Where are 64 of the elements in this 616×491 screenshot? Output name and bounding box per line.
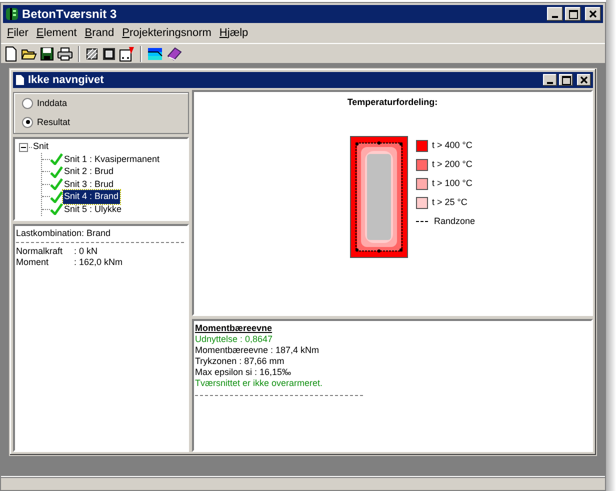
folder-icon[interactable] (21, 46, 37, 60)
field-value: : 162,0 kNm (74, 257, 123, 268)
tree-item[interactable]: Snit 4 : Brand (63, 190, 120, 204)
document-title: Ikke navngivet (28, 72, 104, 88)
radio-label: Inddata (37, 97, 68, 110)
menu-item[interactable]: Filer (3, 24, 32, 42)
app-icon (5, 7, 19, 21)
minimize-button[interactable] (547, 7, 563, 21)
legend-label: t > 100 °C (432, 176, 472, 190)
radio-label: Resultat (37, 116, 70, 128)
menu-item[interactable]: Projekteringsnorm (118, 24, 216, 42)
minimize-button[interactable] (543, 74, 557, 86)
check-icon (50, 153, 63, 166)
hatched-square-icon[interactable] (85, 46, 99, 60)
window-title: BetonTværsnit 3 (22, 6, 117, 23)
legend-label: t > 200 °C (432, 158, 472, 171)
field-name: Normalkraft (16, 246, 64, 257)
result-line: Max epsilon si : 16,15‰ (195, 367, 292, 378)
check-icon (50, 203, 63, 216)
menu-item[interactable]: Element (32, 24, 81, 42)
close-icon (589, 10, 597, 18)
close-button[interactable] (577, 74, 591, 86)
maximize-button[interactable] (559, 74, 573, 86)
close-icon (580, 76, 588, 84)
section-warning-icon[interactable] (119, 46, 135, 62)
legend-line (416, 221, 428, 222)
maximize-icon (562, 76, 570, 84)
result-line: Momentbæreevne : 187,4 kNm (195, 345, 320, 356)
minimize-icon (552, 16, 558, 18)
new-document-icon[interactable] (4, 46, 18, 62)
book-icon[interactable] (166, 46, 182, 60)
tree-item[interactable]: Snit (33, 140, 49, 154)
load-title: Lastkombination: Brand (16, 227, 112, 239)
collapse-toggle[interactable] (19, 142, 28, 152)
result-heading: Momentbæreevne (195, 322, 274, 334)
print-icon[interactable] (57, 46, 73, 60)
gradient-bars-icon[interactable] (147, 46, 163, 60)
result-line: Udnyttelse : 0,8647 (195, 334, 274, 345)
tree-item[interactable]: Snit 3 : Brud (63, 178, 115, 191)
field-value: : 0 kN (74, 246, 98, 257)
legend-label: t > 400 °C (432, 138, 472, 152)
menu-item[interactable]: Brand (80, 24, 118, 42)
frame-square-icon[interactable] (102, 46, 116, 60)
legend-label: Randzone (434, 214, 476, 228)
check-icon (50, 190, 63, 203)
document-icon (15, 74, 25, 86)
check-icon (50, 166, 63, 178)
maximize-icon (568, 10, 578, 18)
menu-item[interactable]: Hjælp (215, 24, 252, 42)
radio-button[interactable] (22, 98, 33, 110)
check-icon (50, 178, 63, 190)
maximize-button[interactable] (565, 7, 581, 21)
result-line: Tværsnittet er ikke overarmeret. (195, 378, 324, 389)
legend-label: t > 25 °C (432, 196, 468, 209)
field-name: Moment (16, 257, 50, 268)
chart-title: Temperaturfordeling: (347, 96, 438, 109)
result-line: Trykzonen : 87,66 mm (195, 356, 286, 367)
close-button[interactable] (585, 7, 601, 21)
tree-item[interactable]: Snit 5 : Ulykke (63, 202, 123, 216)
save-icon[interactable] (40, 46, 54, 60)
minimize-icon (547, 82, 553, 84)
tree-item[interactable]: Snit 1 : Kvasipermanent (63, 152, 161, 166)
tree-item[interactable]: Snit 2 : Brud (63, 165, 115, 178)
radio-button[interactable] (22, 116, 33, 128)
